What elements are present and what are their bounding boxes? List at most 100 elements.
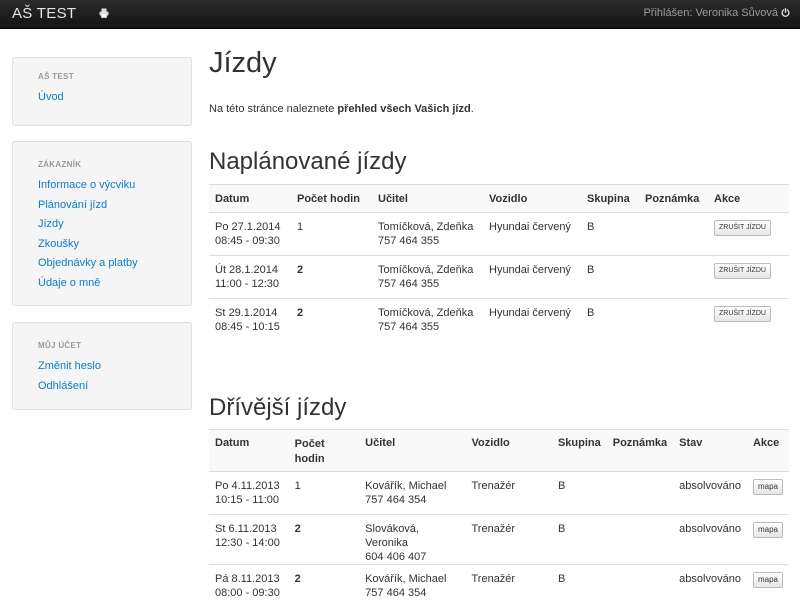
sidebar-heading: AŠ TEST <box>38 72 74 81</box>
col-pocet-hodin: Počet hodin <box>291 184 372 213</box>
cell-note <box>639 255 708 299</box>
table-header-row: Datum Počet hodin Učitel Vozidlo Skupina… <box>209 429 789 472</box>
teacher-name: Tomíčková, Zdeňka <box>378 307 474 319</box>
brand-link[interactable]: AŠ TEST <box>12 5 76 22</box>
col-vozidlo: Vozidlo <box>465 429 552 472</box>
cell-group: B <box>581 298 639 342</box>
map-button[interactable]: mapa <box>752 572 783 588</box>
cell-group: B <box>581 255 639 299</box>
sidebar-item-udaje[interactable]: Údaje o mně <box>38 274 191 294</box>
teacher-name: Kovářík, Michael <box>365 480 447 492</box>
cell-vehicle: Hyundai červený <box>483 212 581 256</box>
time: 08:45 - 10:15 <box>215 321 280 333</box>
table-row: Út 28.1.2014 11:00 - 12:30 2 Tomíčková, Z… <box>209 255 789 299</box>
top-navbar: AŠ TEST Přihlášen: Veronika Sůvová <box>0 0 800 29</box>
col-stav: Stav <box>673 429 747 472</box>
logged-in-label: Přihlášen: Veronika Sůvová <box>643 7 778 19</box>
col-akce: Akce <box>746 429 789 472</box>
col-poznamka: Poznámka <box>639 184 708 213</box>
cell-date: St 6.11.2013 12:30 - 14:00 <box>209 514 289 565</box>
sidebar-item-jizdy[interactable]: Jízdy <box>38 215 191 235</box>
map-button[interactable]: mapa <box>752 479 783 495</box>
print-icon[interactable] <box>99 8 109 18</box>
cancel-ride-button[interactable]: ZRUŠIT JÍZDU <box>714 220 771 236</box>
cell-vehicle: Trenažér <box>465 471 552 515</box>
date: St 29.1.2014 <box>215 307 278 319</box>
sidebar-section-muj-ucet: MŮJ ÚČET Změnit heslo Odhlášení <box>12 322 192 410</box>
date: Po 4.11.2013 <box>215 480 280 492</box>
sidebar-section-zakaznik: ZÁKAZNÍK Informace o výcviku Plánování j… <box>12 141 192 306</box>
sidebar-item-informace[interactable]: Informace o výcviku <box>38 176 191 196</box>
map-button[interactable]: mapa <box>752 522 783 538</box>
sidebar-section-as-test: AŠ TEST Úvod <box>12 57 192 126</box>
sidebar-item-zkousky[interactable]: Zkoušky <box>38 235 191 255</box>
teacher-name: Tomíčková, Zdeňka <box>378 221 474 233</box>
sidebar-item-planovani[interactable]: Plánování jízd <box>38 196 191 216</box>
sidebar-item-uvod[interactable]: Úvod <box>38 88 191 108</box>
sidebar-item-zmenit-heslo[interactable]: Změnit heslo <box>38 357 191 377</box>
cell-group: B <box>551 564 607 608</box>
col-datum: Datum <box>209 184 291 213</box>
cell-hours: 1 <box>291 212 372 256</box>
cell-group: B <box>551 471 607 515</box>
past-table: Datum Počet hodin Učitel Vozidlo Skupina… <box>209 429 789 608</box>
cell-date: Po 27.1.2014 08:45 - 09:30 <box>209 212 291 256</box>
intro-suffix: . <box>470 103 474 115</box>
cell-date: Út 28.1.2014 11:00 - 12:30 <box>209 255 291 299</box>
teacher-phone: 757 464 354 <box>365 587 427 599</box>
cell-vehicle: Hyundai červený <box>483 298 581 342</box>
cell-date: St 29.1.2014 08:45 - 10:15 <box>209 298 291 342</box>
col-akce: Akce <box>708 184 789 213</box>
table-row: Po 27.1.2014 08:45 - 09:30 1 Tomíčková, Z… <box>209 212 789 256</box>
cell-note <box>606 564 674 608</box>
col-datum: Datum <box>209 429 289 472</box>
cell-note <box>606 471 674 515</box>
table-row: Pá 8.11.2013 08:00 - 09:30 2 Kovářík, Mic… <box>209 564 789 608</box>
teacher-phone: 757 464 354 <box>365 494 427 506</box>
sidebar-heading: MŮJ ÚČET <box>38 341 82 350</box>
teacher-phone: 757 464 355 <box>378 235 440 247</box>
time: 10:15 - 11:00 <box>215 494 280 506</box>
intro-bold: přehled všech Vašich jízd <box>337 103 471 115</box>
logged-in-user: Přihlášen: Veronika Sůvová <box>643 7 790 19</box>
cell-vehicle: Trenažér <box>465 564 552 608</box>
col-poznamka: Poznámka <box>606 429 674 472</box>
planned-title: Naplánované jízdy <box>209 148 407 175</box>
table-row: Po 4.11.2013 10:15 - 11:00 1 Kovářík, Mic… <box>209 471 789 515</box>
cancel-ride-button[interactable]: ZRUŠIT JÍZDU <box>714 263 771 279</box>
sidebar-item-odhlaseni[interactable]: Odhlášení <box>38 377 191 397</box>
teacher-name: Slováková, Veronika <box>365 523 419 549</box>
date: St 6.11.2013 <box>215 523 277 535</box>
cell-vehicle: Hyundai červený <box>483 255 581 299</box>
col-ucitel: Učitel <box>372 184 483 213</box>
cancel-ride-button[interactable]: ZRUŠIT JÍZDU <box>714 306 771 322</box>
time: 11:00 - 12:30 <box>215 278 280 290</box>
col-skupina: Skupina <box>581 184 639 213</box>
cell-hours: 2 <box>288 514 360 565</box>
cell-status: absolvováno <box>673 564 747 608</box>
cell-group: B <box>551 514 607 565</box>
sidebar-item-objednavky[interactable]: Objednávky a platby <box>38 254 191 274</box>
time: 08:00 - 09:30 <box>215 587 280 599</box>
cell-date: Pá 8.11.2013 08:00 - 09:30 <box>209 564 289 608</box>
intro-prefix: Na této stránce naleznete <box>209 103 338 115</box>
cell-teacher: Slováková, Veronika 604 406 407 <box>359 514 466 565</box>
teacher-phone: 757 464 355 <box>378 278 440 290</box>
table-row: St 6.11.2013 12:30 - 14:00 2 Slováková, V… <box>209 514 789 565</box>
col-skupina: Skupina <box>551 429 607 472</box>
cell-note <box>639 298 708 342</box>
power-icon[interactable] <box>781 8 790 17</box>
cell-hours: 2 <box>288 564 360 608</box>
col-pocet-hodin: Počet hodin <box>288 429 360 472</box>
table-row: St 29.1.2014 08:45 - 10:15 2 Tomíčková, Z… <box>209 298 789 342</box>
page-intro: Na této stránce naleznete přehled všech … <box>209 103 474 115</box>
cell-date: Po 4.11.2013 10:15 - 11:00 <box>209 471 289 515</box>
page-title: Jízdy <box>209 47 277 79</box>
cell-hours: 1 <box>288 471 360 515</box>
planned-table: Datum Počet hodin Učitel Vozidlo Skupina… <box>209 184 789 342</box>
teacher-name: Kovářík, Michael <box>365 573 447 585</box>
cell-teacher: Tomíčková, Zdeňka 757 464 355 <box>372 212 483 256</box>
time: 12:30 - 14:00 <box>215 537 280 549</box>
time: 08:45 - 09:30 <box>215 235 280 247</box>
cell-group: B <box>581 212 639 256</box>
